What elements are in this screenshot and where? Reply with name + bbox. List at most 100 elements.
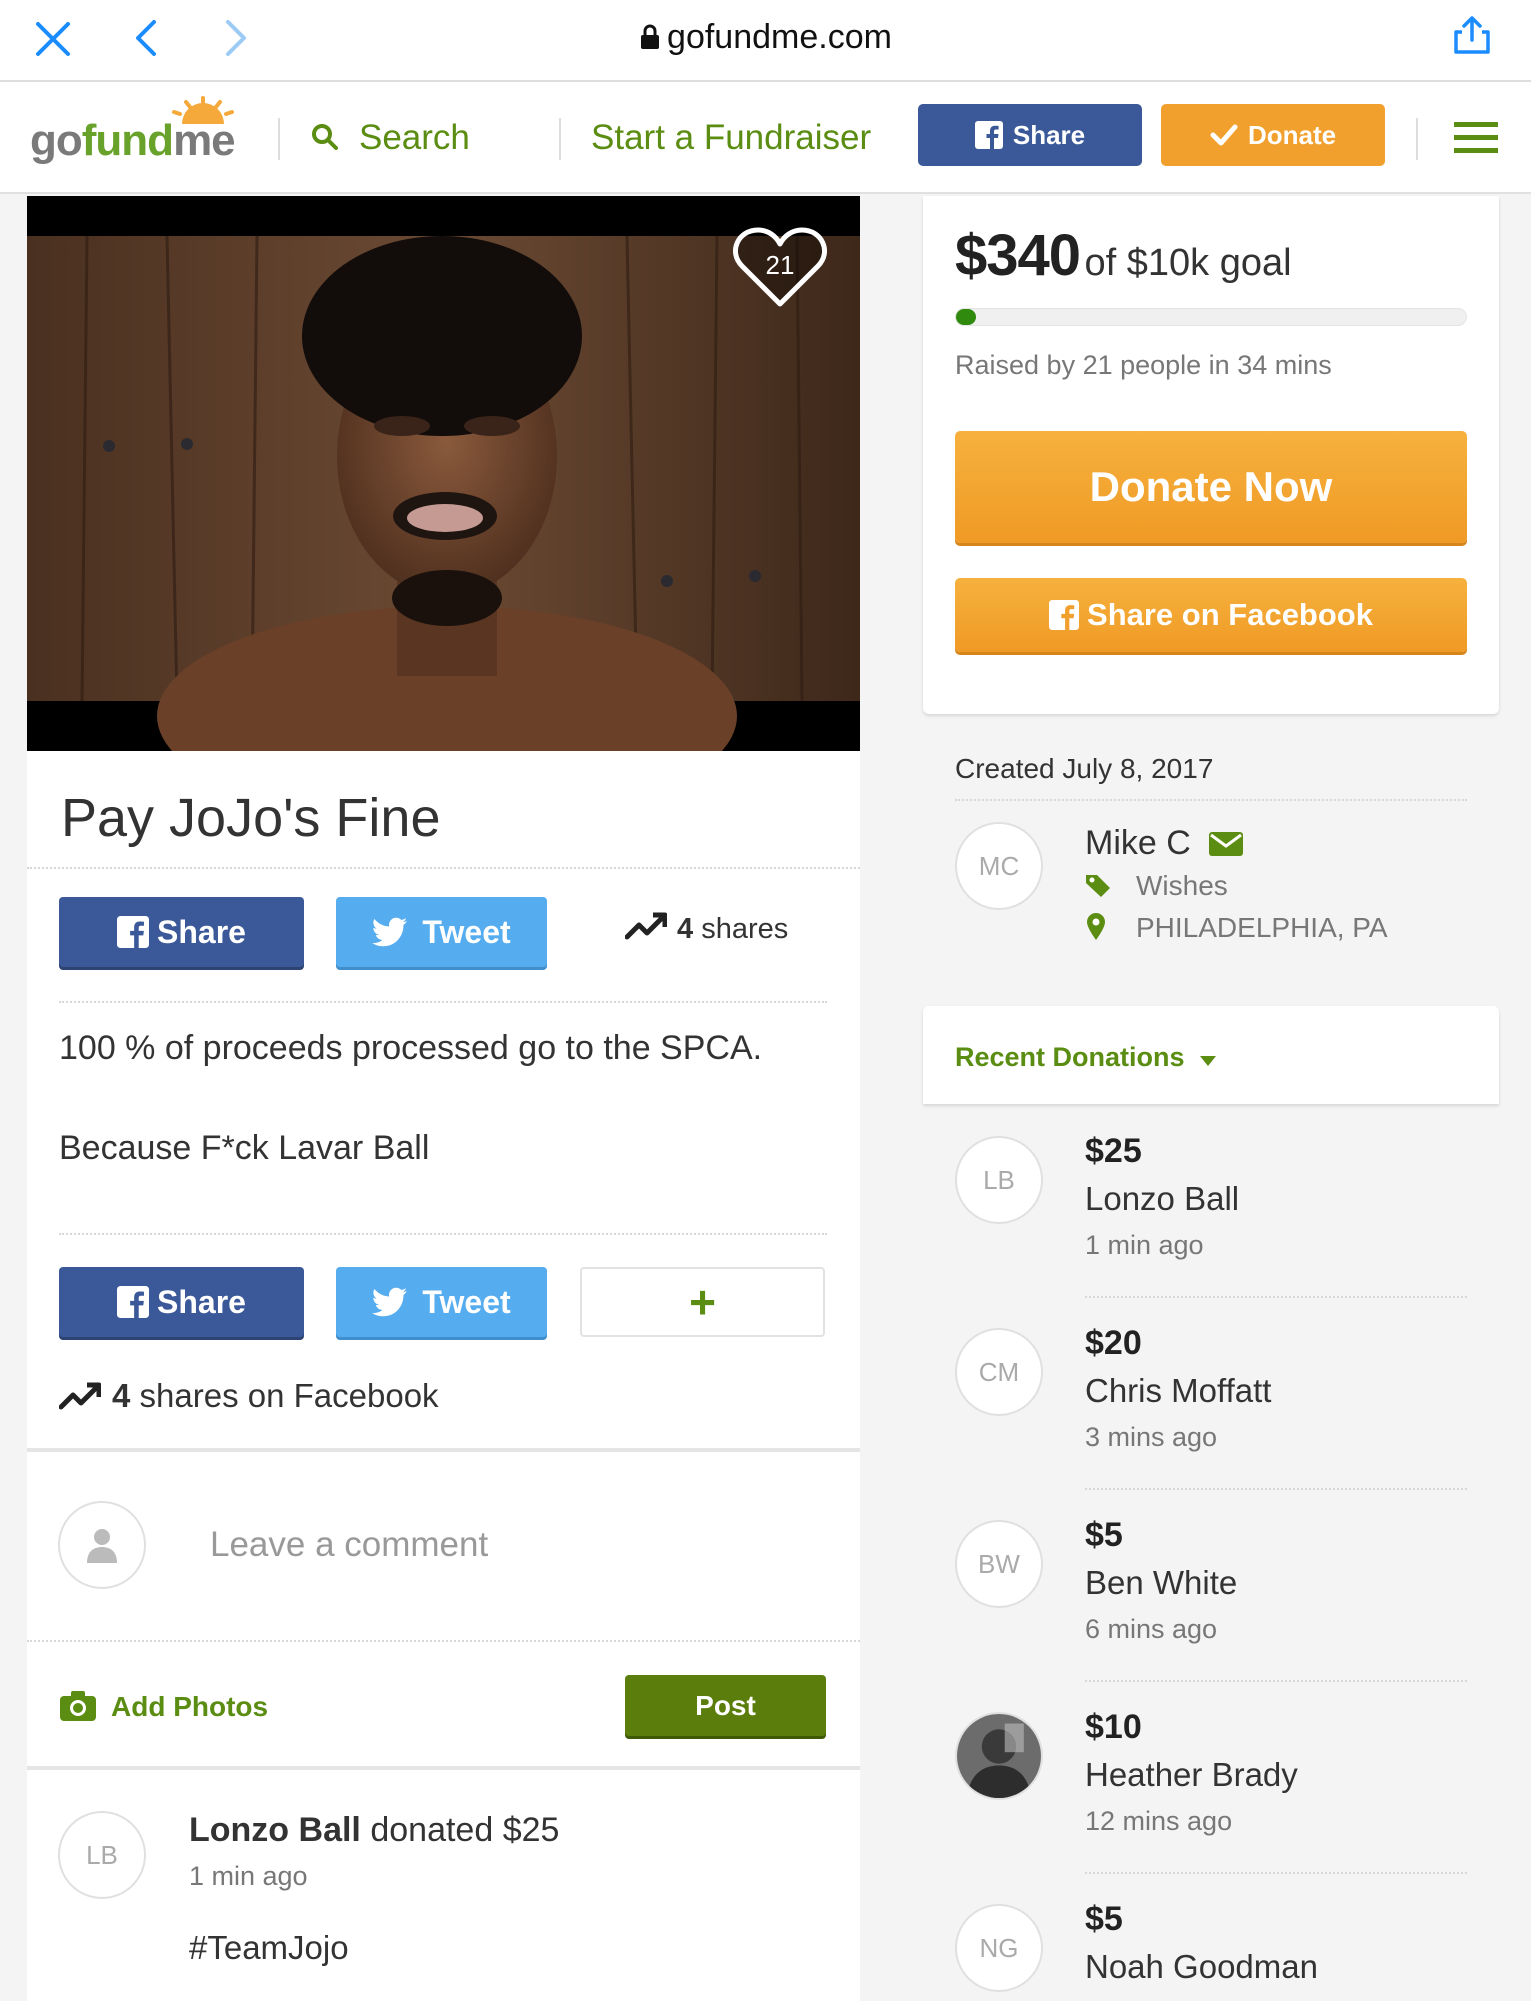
donation-amount: $5: [1085, 1516, 1123, 1554]
facebook-icon: [117, 915, 150, 949]
feed-action: donated $25: [370, 1811, 560, 1849]
feed-time: 1 min ago: [189, 1861, 308, 1891]
organizer-category[interactable]: Wishes: [1136, 870, 1228, 902]
donate-now-button[interactable]: Donate Now: [955, 431, 1467, 543]
donor-name: Lonzo Ball: [1085, 1180, 1240, 1217]
lock-icon: [639, 24, 661, 50]
divider: [278, 118, 280, 160]
header-share-button[interactable]: Share: [918, 104, 1142, 166]
address-bar[interactable]: gofundme.com: [0, 18, 1531, 57]
organizer-location: PHILADELPHIA, PA: [1136, 912, 1388, 943]
organizer-avatar: MC: [955, 822, 1043, 910]
facebook-shares-text: 4 shares on Facebook: [112, 1377, 439, 1415]
divider: [1085, 1680, 1467, 1682]
campaign-card: Pay JoJo's Fine Share Tweet 4 shares 100…: [27, 751, 860, 2001]
raised-summary: $340 of $10k goal: [955, 222, 1292, 289]
check-icon: [1210, 123, 1238, 147]
heart-count: 21: [765, 250, 795, 280]
url-text: gofundme.com: [667, 18, 892, 56]
bottom-share-button[interactable]: Share: [59, 1267, 304, 1337]
header-donate-button[interactable]: Donate: [1161, 104, 1385, 166]
divider: [27, 867, 860, 869]
tag-icon: [1085, 873, 1111, 897]
progress-bar-fill: [956, 309, 977, 325]
donor-avatar: [955, 1712, 1043, 1800]
donor-photo: [957, 1714, 1041, 1798]
share-icon[interactable]: [1452, 14, 1492, 56]
donor-name: Noah Goodman: [1085, 1948, 1318, 1985]
donor-avatar: LB: [955, 1136, 1043, 1224]
campaign-share-button[interactable]: Share: [59, 897, 304, 967]
donation-amount: $25: [1085, 1132, 1142, 1170]
donation-time: 6 mins ago: [1085, 1614, 1218, 1644]
share-label: Share: [157, 1283, 246, 1320]
shares-count-text: 4 shares: [677, 913, 788, 946]
user-icon: [87, 1529, 117, 1563]
site-header: gofundme Search Start a Fundraiser Share…: [0, 82, 1531, 194]
trending-icon: [625, 911, 667, 941]
feed-headline: Lonzo Ball donated $25: [189, 1811, 559, 1850]
organizer-name[interactable]: Mike C: [1085, 824, 1191, 863]
user-avatar: [58, 1501, 146, 1589]
divider: [1085, 1296, 1467, 1298]
donation-amount: $5: [1085, 1900, 1123, 1938]
facebook-icon: [1049, 600, 1080, 630]
section-divider: [27, 1448, 860, 1452]
browser-bar: gofundme.com: [0, 0, 1531, 82]
facebook-icon: [117, 1285, 150, 1319]
tweet-label: Tweet: [422, 913, 511, 950]
shares-word: shares: [701, 913, 789, 945]
donor-avatar: NG: [955, 1904, 1043, 1992]
add-photos-button[interactable]: Add Photos: [111, 1691, 268, 1723]
header-share-label: Share: [1012, 119, 1086, 150]
donation-time: 12 mins ago: [1085, 1806, 1233, 1836]
trending-icon: [59, 1381, 101, 1411]
donor-name: Heather Brady: [1085, 1756, 1298, 1793]
divider: [1085, 1488, 1467, 1490]
divider: [1085, 1872, 1467, 1874]
twitter-icon: [372, 1287, 408, 1317]
shares-count: 4: [677, 913, 694, 945]
search-icon[interactable]: [310, 122, 340, 152]
feed-donor-name[interactable]: Lonzo Ball: [189, 1811, 361, 1849]
created-date: Created July 8, 2017: [955, 753, 1214, 784]
description-line-2: Because F*ck Lavar Ball: [59, 1129, 430, 1167]
bottom-tweet-button[interactable]: Tweet: [336, 1267, 547, 1337]
post-button[interactable]: Post: [625, 1675, 826, 1736]
share-label: Share: [157, 913, 246, 950]
logo-text-fund: fund: [81, 116, 174, 165]
divider: [59, 1233, 827, 1235]
caret-down-icon: [1200, 1056, 1216, 1066]
donation-amount: $10: [1085, 1708, 1142, 1746]
goal-text: of $10k goal: [1084, 242, 1292, 284]
campaign-tweet-button[interactable]: Tweet: [336, 897, 547, 967]
campaign-title: Pay JoJo's Fine: [61, 788, 441, 848]
raised-by-text: Raised by 21 people in 34 mins: [955, 350, 1332, 380]
divider: [59, 1001, 827, 1003]
progress-bar: [955, 308, 1467, 326]
twitter-icon: [372, 917, 408, 947]
header-donate-label: Donate: [1247, 119, 1337, 150]
location-pin-icon: [1086, 912, 1106, 940]
donor-avatar: BW: [955, 1520, 1043, 1608]
facebook-icon: [974, 121, 1003, 149]
camera-icon[interactable]: [59, 1690, 97, 1722]
share-on-facebook-button[interactable]: Share on Facebook: [955, 578, 1467, 652]
donor-avatar: LB: [58, 1811, 146, 1899]
hamburger-menu-icon[interactable]: [1454, 120, 1498, 156]
logo-text-go: go: [30, 116, 83, 165]
campaign-media[interactable]: 21: [27, 196, 860, 751]
search-link[interactable]: Search: [359, 118, 470, 158]
more-share-button[interactable]: +: [580, 1267, 825, 1337]
progress-card: $340 of $10k goal Raised by 21 people in…: [923, 196, 1499, 714]
divider: [1416, 118, 1418, 160]
divider: [955, 799, 1467, 801]
envelope-icon[interactable]: [1208, 830, 1244, 858]
donation-time: 1 min ago: [1085, 1230, 1204, 1260]
facebook-shares-count: 4: [112, 1377, 131, 1414]
donation-time: 3 mins ago: [1085, 1422, 1218, 1452]
recent-donations-header[interactable]: Recent Donations: [923, 1006, 1499, 1104]
comment-input[interactable]: Leave a comment: [210, 1525, 488, 1565]
donor-avatar: CM: [955, 1328, 1043, 1416]
start-fundraiser-link[interactable]: Start a Fundraiser: [591, 118, 871, 158]
